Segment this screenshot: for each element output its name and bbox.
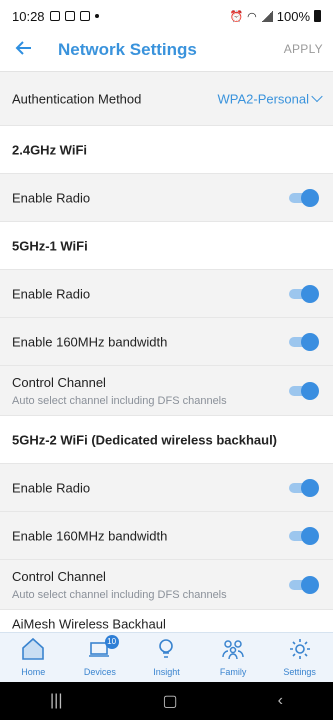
system-nav-bar: ||| ▢ ‹ <box>0 682 333 720</box>
clipboard-notification-icon <box>64 11 75 21</box>
section-5ghz-1: 5GHz-1 WiFi <box>0 222 333 270</box>
enable-radio-toggle[interactable] <box>289 284 319 303</box>
enable-160mhz-row[interactable]: Enable 160MHz bandwidth <box>0 512 333 560</box>
mail-notification-icon <box>79 11 90 21</box>
enable-radio-row[interactable]: Enable Radio <box>0 464 333 512</box>
more-notifications-icon <box>94 14 99 18</box>
nav-settings[interactable]: Settings <box>266 633 333 682</box>
enable-radio-toggle[interactable] <box>289 478 319 497</box>
status-right: ⏰ ◠ 100% <box>229 9 321 24</box>
nav-family[interactable]: Family <box>200 633 267 682</box>
enable-radio-label: Enable Radio <box>12 286 91 301</box>
auth-method-value: WPA2-Personal <box>217 91 309 106</box>
enable-radio-row[interactable]: Enable Radio <box>0 270 333 318</box>
auth-method-label: Authentication Method <box>12 91 142 106</box>
section-title: 5GHz-1 WiFi <box>12 238 88 253</box>
battery-icon <box>314 10 321 22</box>
auth-method-row[interactable]: Authentication Method WPA2-Personal <box>0 72 333 126</box>
section-title: 2.4GHz WiFi <box>12 142 88 157</box>
control-channel-label: Control Channel <box>12 375 106 390</box>
devices-badge: 10 <box>104 635 119 649</box>
lightbulb-icon <box>159 639 174 658</box>
enable-radio-toggle[interactable] <box>289 188 319 207</box>
enable-radio-label: Enable Radio <box>12 190 91 205</box>
control-channel-subtitle: Auto select channel including DFS channe… <box>12 395 227 407</box>
enable-160mhz-toggle[interactable] <box>289 526 319 545</box>
control-channel-toggle[interactable] <box>289 381 319 400</box>
bottom-nav: Home 10 Devices Insight Family Settings <box>0 632 333 682</box>
control-channel-subtitle: Auto select channel including DFS channe… <box>12 589 227 601</box>
enable-radio-row[interactable]: Enable Radio <box>0 174 333 222</box>
nav-devices[interactable]: 10 Devices <box>67 633 134 682</box>
gallery-notification-icon <box>49 11 60 21</box>
enable-160mhz-row[interactable]: Enable 160MHz bandwidth <box>0 318 333 366</box>
family-icon <box>222 640 244 660</box>
back-nav-icon[interactable]: ‹ <box>278 692 283 710</box>
home-icon <box>22 637 45 660</box>
section-5ghz-2: 5GHz-2 WiFi (Dedicated wireless backhaul… <box>0 416 333 464</box>
nav-label: Family <box>219 667 247 677</box>
aimesh-backhaul-label: AiMesh Wireless Backhaul <box>12 616 166 632</box>
arrow-left-icon[interactable] <box>12 38 36 62</box>
control-channel-row[interactable]: Control Channel Auto select channel incl… <box>0 366 333 416</box>
enable-160mhz-label: Enable 160MHz bandwidth <box>12 334 168 349</box>
nav-label: Home <box>21 667 46 677</box>
nav-home[interactable]: Home <box>0 633 67 682</box>
signal-icon <box>260 10 273 22</box>
settings-list[interactable]: Authentication Method WPA2-Personal 2.4G… <box>0 72 333 632</box>
control-channel-row[interactable]: Control Channel Auto select channel incl… <box>0 560 333 610</box>
status-time: 10:28 <box>12 8 45 24</box>
home-button-icon[interactable]: ▢ <box>162 691 177 711</box>
nav-insight[interactable]: Insight <box>133 633 200 682</box>
aimesh-backhaul-row[interactable]: AiMesh Wireless Backhaul <box>0 610 333 632</box>
enable-160mhz-label: Enable 160MHz bandwidth <box>12 528 168 543</box>
control-channel-toggle[interactable] <box>289 575 319 594</box>
enable-radio-label: Enable Radio <box>12 480 91 495</box>
wifi-status-icon: ◠ <box>247 10 257 23</box>
chevron-down-icon <box>311 90 323 103</box>
recent-apps-icon[interactable]: ||| <box>50 692 62 710</box>
status-left: 10:28 <box>12 9 99 24</box>
nav-label: Devices <box>83 667 116 677</box>
control-channel-label: Control Channel <box>12 569 106 584</box>
apply-button[interactable]: APPLY <box>284 42 323 56</box>
auth-method-dropdown[interactable]: WPA2-Personal <box>217 90 323 106</box>
section-title: 5GHz-2 WiFi (Dedicated wireless backhaul… <box>12 432 278 447</box>
alarm-icon: ⏰ <box>229 10 244 23</box>
page-title: Network Settings <box>58 40 197 59</box>
gear-icon <box>289 639 310 659</box>
status-bar: 10:28 ⏰ ◠ 100% <box>0 0 333 32</box>
app-bar: Network Settings APPLY <box>0 32 333 72</box>
enable-160mhz-toggle[interactable] <box>289 332 319 351</box>
battery-percent: 100% <box>276 8 310 24</box>
nav-label: Settings <box>283 667 316 677</box>
nav-label: Insight <box>153 667 180 677</box>
section-2-4ghz: 2.4GHz WiFi <box>0 126 333 174</box>
